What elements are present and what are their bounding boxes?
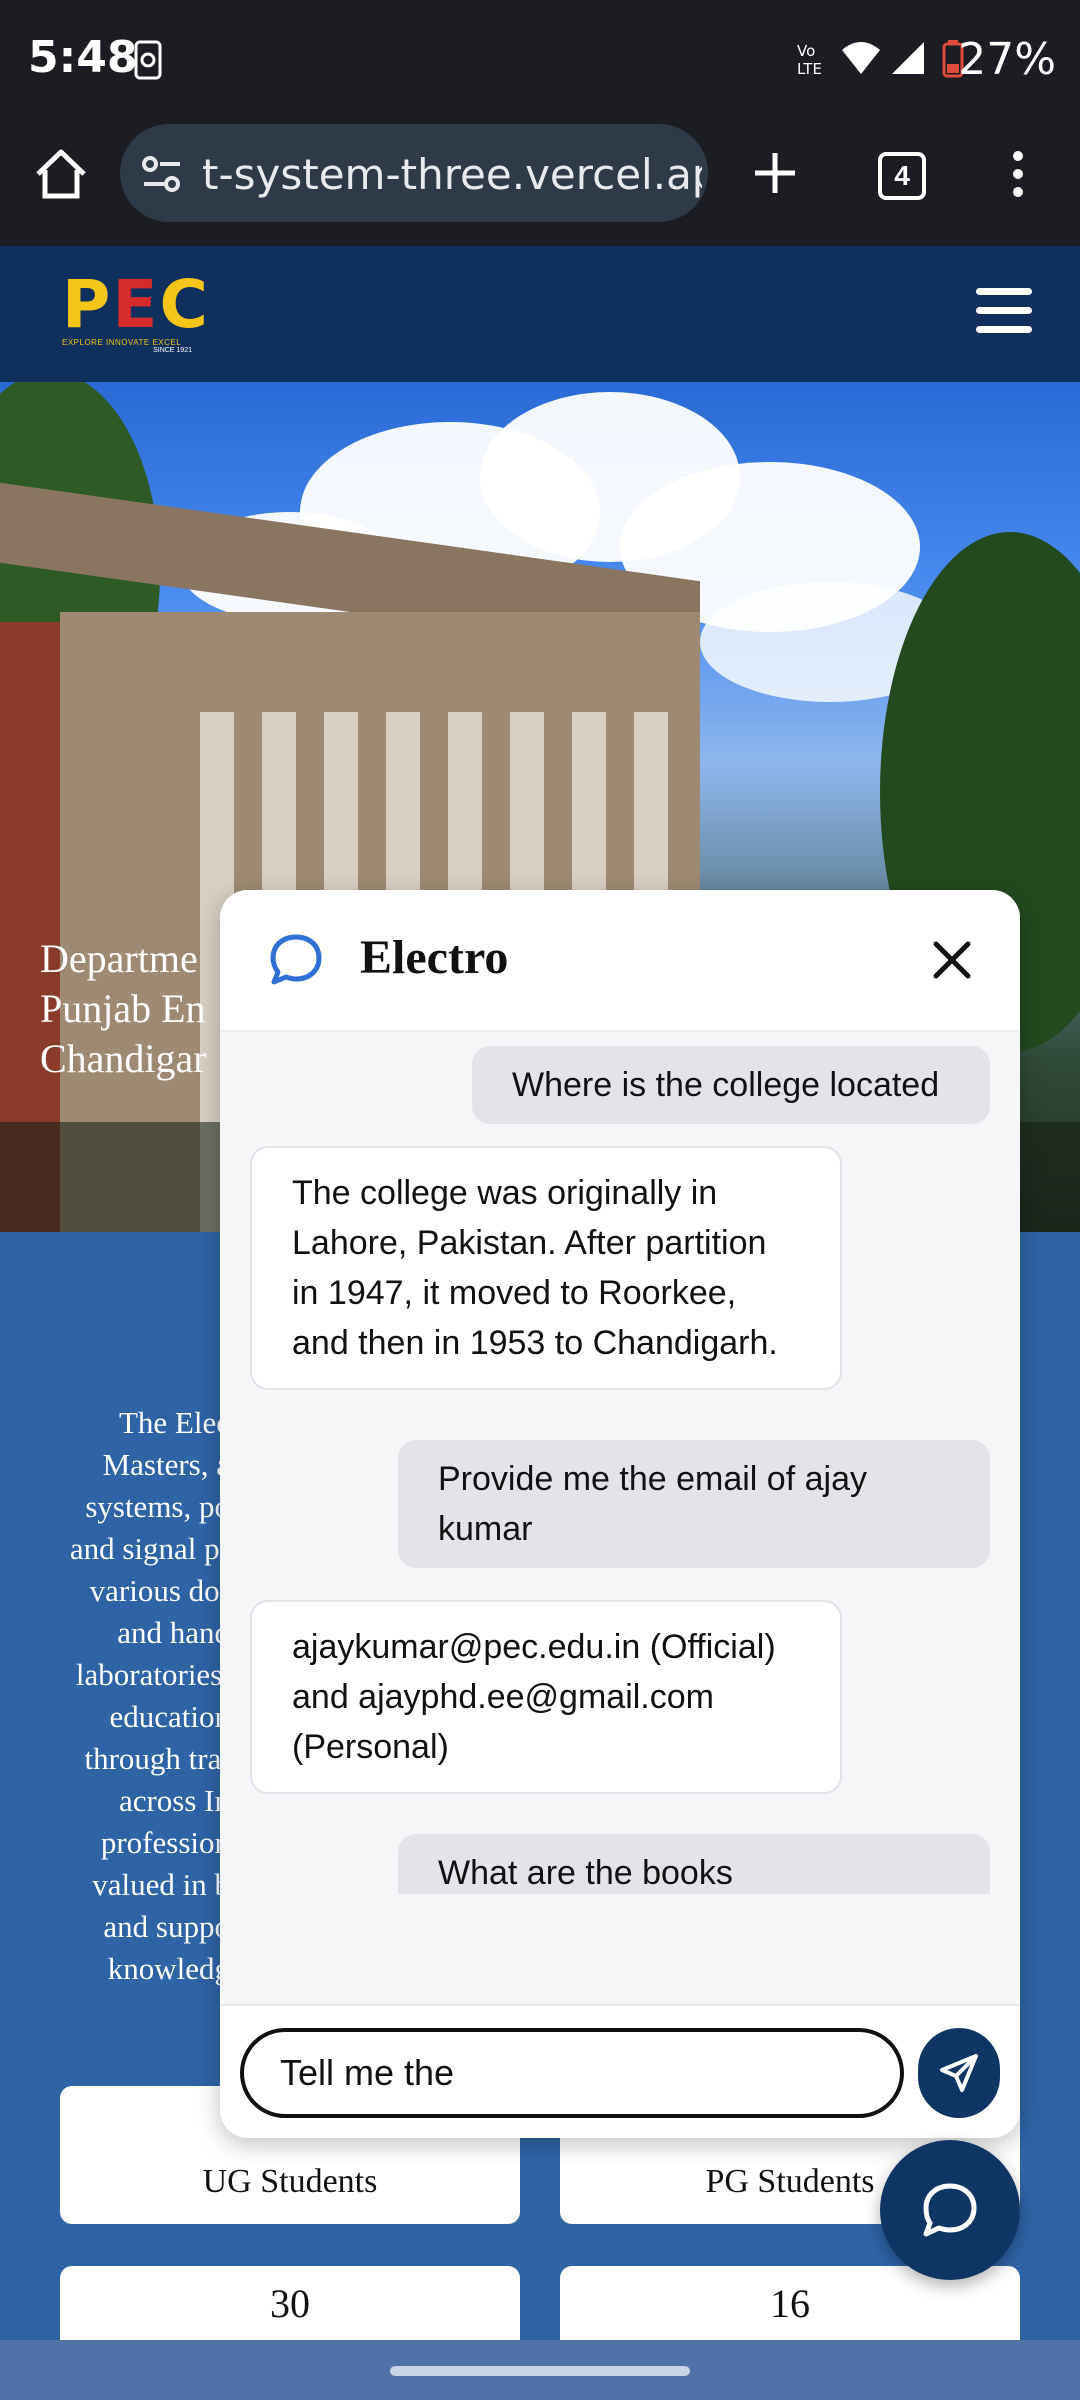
chat-bubble-icon bbox=[270, 934, 322, 985]
chat-input-bar bbox=[220, 2004, 1020, 2138]
desc-line: The Elec bbox=[118, 1405, 230, 1440]
stat-card-faculty: 30 bbox=[60, 2266, 520, 2340]
chat-header: Electro bbox=[220, 890, 1020, 1032]
user-message: Provide me the email of ajay kumar bbox=[398, 1440, 990, 1568]
send-icon bbox=[940, 2054, 978, 2092]
desc-line: education bbox=[109, 1699, 230, 1734]
stat-label: UG Students bbox=[202, 2163, 378, 2200]
gesture-handle[interactable] bbox=[390, 2366, 690, 2376]
logo-tagline: EXPLORE INNOVATE EXCEL bbox=[62, 338, 182, 347]
user-message: Where is the college located bbox=[472, 1046, 990, 1124]
desc-line: various dor bbox=[89, 1573, 230, 1608]
chat-bubble-icon bbox=[923, 2183, 977, 2237]
home-icon[interactable] bbox=[34, 148, 88, 200]
logo-since: SINCE 1921 bbox=[153, 347, 192, 354]
tab-count: 4 bbox=[894, 160, 910, 191]
pec-logo[interactable]: PEC EXPLORE INNOVATE EXCEL SINCE 1921 bbox=[62, 266, 210, 358]
svg-text:LTE: LTE bbox=[797, 60, 822, 78]
desc-line: valued in b bbox=[92, 1867, 230, 1902]
volte-icon: Vo LTE bbox=[797, 42, 822, 78]
desc-line: profession bbox=[100, 1825, 230, 1860]
desc-line: systems, po bbox=[85, 1489, 230, 1524]
user-message: What are the books recommended for power… bbox=[398, 1834, 990, 1894]
desc-line: across In bbox=[118, 1783, 230, 1818]
new-tab-icon[interactable] bbox=[752, 150, 798, 196]
hero-heading: Departme Punjab En Chandigar bbox=[40, 934, 207, 1084]
department-description: The Elec Masters, a systems, po and sign… bbox=[40, 1402, 230, 1990]
logo-text: PEC bbox=[62, 266, 210, 343]
chat-input[interactable] bbox=[240, 2028, 904, 2118]
more-options-icon[interactable] bbox=[1010, 150, 1026, 198]
site-settings-icon[interactable] bbox=[140, 154, 184, 194]
address-bar[interactable]: t-system-three.vercel.app bbox=[120, 124, 708, 222]
url-text: t-system-three.vercel.app bbox=[202, 150, 702, 199]
wifi-icon bbox=[842, 42, 880, 74]
desc-line: knowledg bbox=[107, 1951, 230, 1986]
hero-line: Departme bbox=[40, 936, 198, 981]
chat-messages[interactable]: Where is the college located The college… bbox=[220, 1030, 1020, 1894]
bot-message: The college was originally in Lahore, Pa… bbox=[250, 1146, 842, 1390]
svg-text:Vo: Vo bbox=[797, 42, 815, 60]
close-icon[interactable] bbox=[926, 934, 978, 986]
hero-line: Chandigar bbox=[40, 1036, 207, 1081]
bot-message: ajaykumar@pec.edu.in (Official) and ajay… bbox=[250, 1600, 842, 1794]
menu-icon[interactable] bbox=[976, 288, 1032, 334]
site-header: PEC EXPLORE INNOVATE EXCEL SINCE 1921 bbox=[0, 246, 1080, 382]
chat-title: Electro bbox=[360, 931, 509, 984]
tab-switcher-button[interactable]: 4 bbox=[878, 152, 926, 200]
desc-line: and signal pr bbox=[69, 1531, 230, 1566]
desc-line: through trai bbox=[84, 1741, 231, 1776]
browser-toolbar: t-system-three.vercel.app 4 bbox=[0, 120, 1080, 246]
signal-icon bbox=[892, 42, 924, 74]
send-button[interactable] bbox=[918, 2028, 1000, 2118]
battery-percent: 27% bbox=[958, 34, 1056, 85]
stat-number: 30 bbox=[270, 2281, 310, 2326]
status-bar: 5:48 Vo LTE 27% bbox=[0, 0, 1080, 120]
hero-line: Punjab En bbox=[40, 986, 206, 1031]
desc-line: and suppo bbox=[103, 1909, 230, 1944]
system-nav-bar bbox=[0, 2340, 1080, 2400]
stat-number: 16 bbox=[770, 2281, 810, 2326]
screen-record-icon bbox=[134, 40, 162, 80]
desc-line: laboratories. bbox=[75, 1657, 230, 1692]
desc-line: and hand bbox=[117, 1615, 230, 1650]
chatbot-window: Electro Where is the college located The… bbox=[220, 890, 1020, 2138]
chat-toggle-button[interactable] bbox=[880, 2140, 1020, 2280]
status-time: 5:48 bbox=[28, 32, 138, 83]
desc-line: Masters, a bbox=[102, 1447, 230, 1482]
